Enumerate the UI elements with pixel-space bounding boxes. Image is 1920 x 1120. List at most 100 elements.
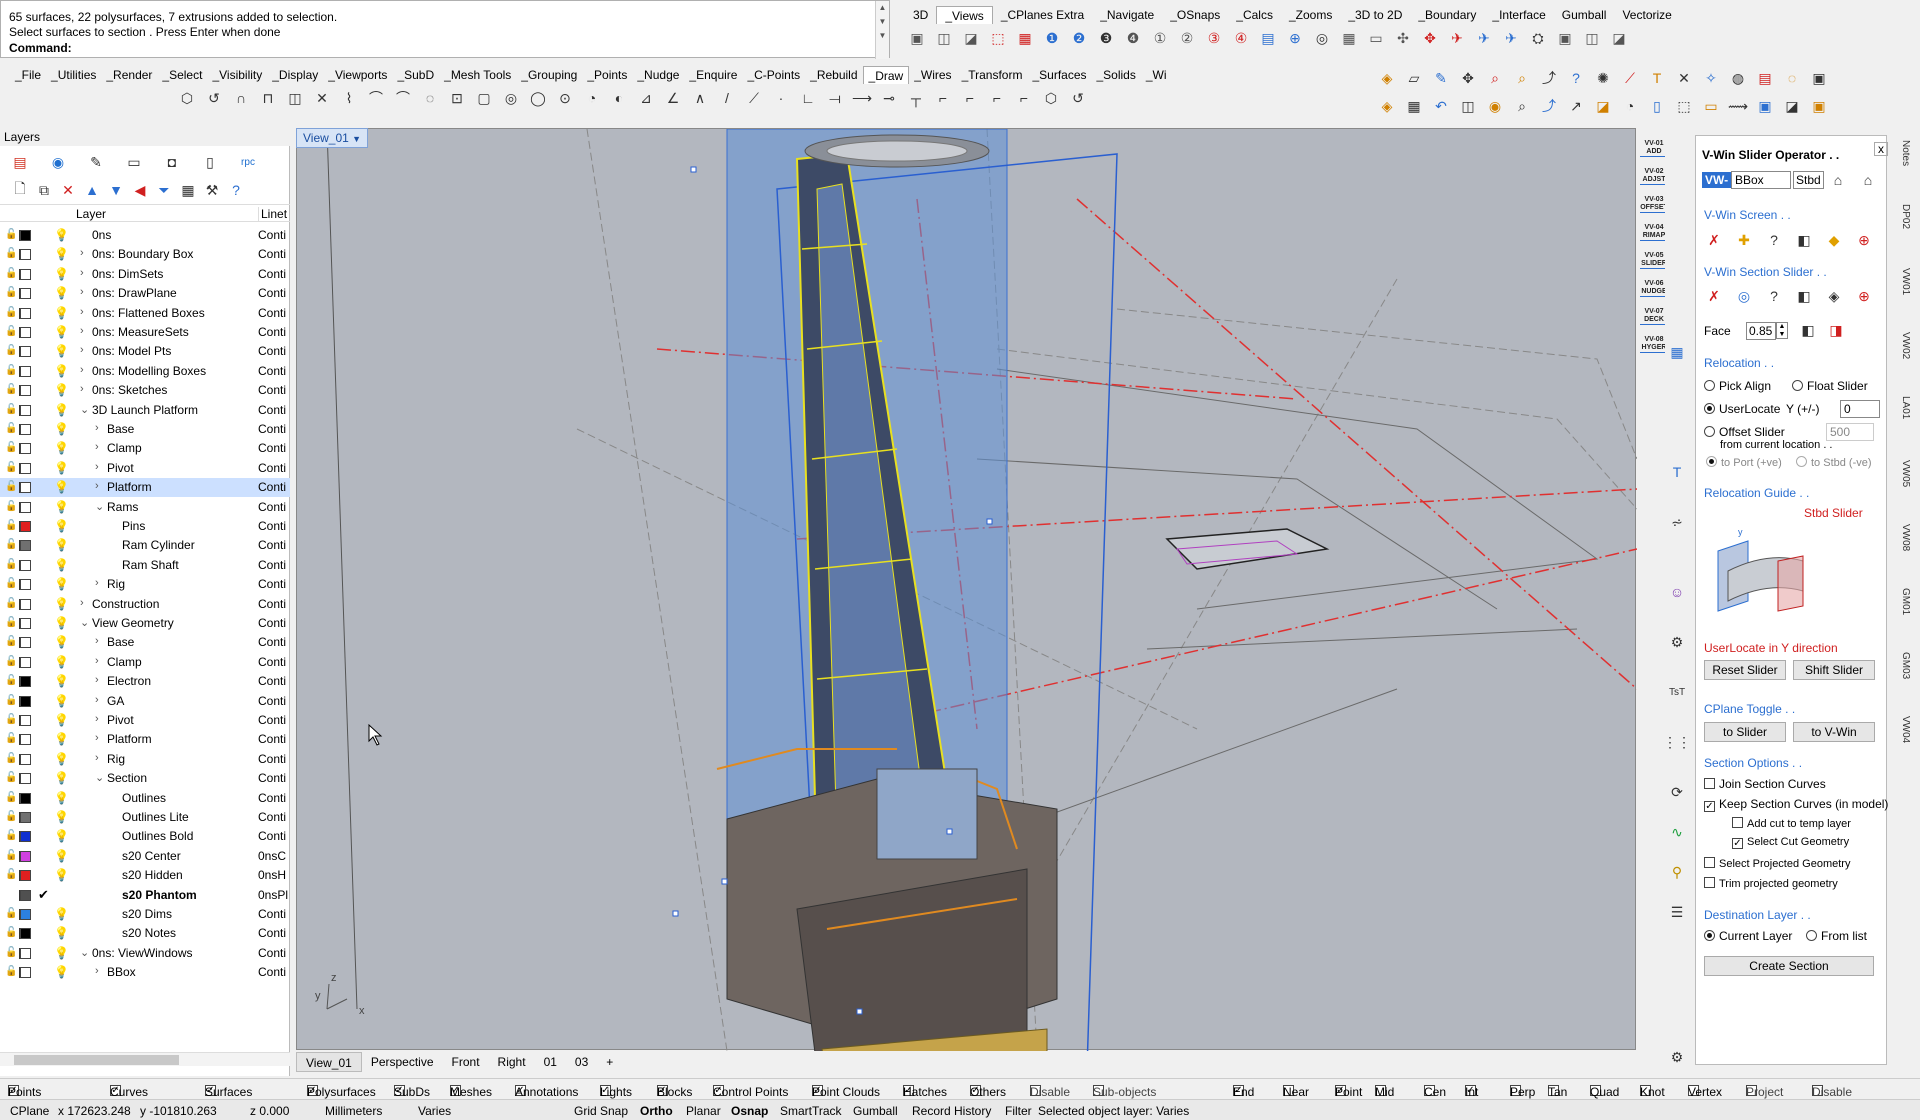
lightbulb-icon[interactable]: 💡	[54, 752, 69, 766]
chevron-right-icon[interactable]: ›	[80, 247, 84, 259]
main-tab-16[interactable]: _Wires	[909, 66, 956, 84]
lightbulb-icon[interactable]: 💡	[54, 597, 69, 611]
lock-icon[interactable]: 🔓	[5, 520, 17, 532]
chevron-right-icon[interactable]: ›	[95, 635, 99, 647]
lightbulb-icon[interactable]: 💡	[54, 674, 69, 688]
layer-row[interactable]: 🔓 💡 Ram Cylinder Conti	[0, 536, 290, 555]
lightbulb-icon[interactable]: 💡	[54, 946, 69, 960]
layers-icon[interactable]: ▤	[8, 150, 32, 174]
main-tab-12[interactable]: _Enquire	[684, 66, 742, 84]
screen-highlight-icon[interactable]: ◆	[1822, 228, 1846, 252]
select-projected-checkbox[interactable]: Select Projected Geometry	[1704, 857, 1850, 870]
layer-color-swatch[interactable]	[20, 579, 31, 591]
chevron-right-icon[interactable]: ›	[80, 306, 84, 318]
screen-select-icon[interactable]: ◧	[1792, 228, 1816, 252]
layer-row[interactable]: 🔓 💡 ⌄ 0ns: ViewWindows Conti	[0, 944, 290, 963]
side-tab-la01[interactable]: LA01	[1900, 396, 1911, 419]
offset-slider-radio[interactable]: Offset Slider	[1704, 425, 1785, 439]
layer-row[interactable]: 🔓 💡 › Clamp Conti	[0, 439, 290, 458]
vv-tool-7[interactable]: VV-07 DECK	[1640, 308, 1668, 325]
lightbulb-icon[interactable]: 💡	[54, 403, 69, 417]
main-tab-9[interactable]: _Grouping	[516, 66, 582, 84]
tool-icon[interactable]: ·	[769, 86, 793, 110]
tools-icon[interactable]: ⚒	[200, 178, 224, 202]
materials-icon[interactable]: ◉	[46, 150, 70, 174]
tool-icon[interactable]: ▢	[472, 86, 496, 110]
layer-color-swatch[interactable]	[20, 307, 31, 319]
lock-icon[interactable]: 🔓	[5, 772, 17, 784]
lock-icon[interactable]: 🔓	[5, 326, 17, 338]
tool-icon[interactable]: ⊓	[256, 86, 280, 110]
tool-icon[interactable]: ∠	[661, 86, 685, 110]
layer-color-swatch[interactable]	[20, 482, 31, 494]
layer-row[interactable]: 🔓 💡 Outlines Bold Conti	[0, 827, 290, 846]
lock-icon[interactable]: 🔓	[5, 675, 17, 687]
lock-icon[interactable]: 🔓	[5, 695, 17, 707]
layer-row[interactable]: 🔓 💡 › 0ns: Flattened Boxes Conti	[0, 304, 290, 323]
tool-icon[interactable]: ↺	[1066, 86, 1090, 110]
lock-icon[interactable]: 🔓	[5, 559, 17, 571]
tool-icon[interactable]: ⊿	[634, 86, 658, 110]
new-layer-icon[interactable]: 🗋	[8, 178, 32, 202]
top-tab-7[interactable]: _3D to 2D	[1340, 6, 1410, 24]
tool-icon[interactable]: ⟞	[823, 86, 847, 110]
layer-row[interactable]: 🔓 💡 s20 Center 0nsC	[0, 847, 290, 866]
layer-linetype[interactable]: Conti	[258, 558, 288, 572]
tool-icon[interactable]: ⬚	[1672, 94, 1696, 118]
side-tab-dp02[interactable]: DP02	[1900, 204, 1911, 229]
layer-linetype[interactable]: Conti	[258, 829, 288, 843]
move-up-icon[interactable]: ▲	[80, 178, 104, 202]
tool-icon[interactable]: ⟋	[1618, 66, 1642, 90]
document-icon[interactable]: ▯	[198, 150, 222, 174]
command-scrollbar[interactable]: ▲ ▼ ▼	[875, 1, 889, 59]
tool-icon[interactable]: ⬡	[175, 86, 199, 110]
tool-icon[interactable]: ◪	[1780, 94, 1804, 118]
lightbulb-icon[interactable]: 💡	[54, 771, 69, 785]
lock-icon[interactable]: 🔓	[5, 908, 17, 920]
lock-icon[interactable]: 🔓	[5, 753, 17, 765]
layer-linetype[interactable]: Conti	[258, 480, 288, 494]
lock-icon[interactable]: 🔓	[5, 384, 17, 396]
main-tab-17[interactable]: _Transform	[957, 66, 1028, 84]
layer-linetype[interactable]: Conti	[258, 519, 288, 533]
layer-linetype[interactable]: Conti	[258, 286, 288, 300]
lightbulb-icon[interactable]: 💡	[54, 713, 69, 727]
tool-icon[interactable]: ▯	[1645, 94, 1669, 118]
to-port-radio[interactable]: to Port (+ve)	[1706, 456, 1782, 469]
vv-tool-5[interactable]: VV-05 SLIDER	[1640, 252, 1668, 269]
main-tab-18[interactable]: _Surfaces	[1027, 66, 1091, 84]
layer-row[interactable]: 🔓 💡 › BBox Conti	[0, 963, 290, 982]
layer-row[interactable]: 🔓 💡 › Construction Conti	[0, 595, 290, 614]
y-offset-field[interactable]: 0	[1840, 400, 1880, 418]
lightbulb-icon[interactable]: 💡	[54, 228, 69, 242]
main-tab-15[interactable]: _Draw	[862, 66, 910, 84]
layer-color-swatch[interactable]	[20, 540, 31, 552]
tool-icon[interactable]: ⬡	[1039, 86, 1063, 110]
layer-color-swatch[interactable]	[20, 385, 31, 397]
layer-row[interactable]: 🔓 💡 › Pivot Conti	[0, 711, 290, 730]
main-tab-20[interactable]: _Wi	[1141, 66, 1172, 84]
main-tab-10[interactable]: _Points	[582, 66, 632, 84]
close-button[interactable]: x	[1874, 142, 1888, 156]
lightbulb-icon[interactable]: 💡	[54, 306, 69, 320]
to-slider-button[interactable]: to Slider	[1704, 722, 1786, 742]
layer-row[interactable]: 🔓 💡 › Rig Conti	[0, 575, 290, 594]
tool-icon[interactable]: ❹	[1121, 26, 1145, 50]
layer-linetype[interactable]: Conti	[258, 616, 288, 630]
chevron-right-icon[interactable]: ›	[95, 713, 99, 725]
tool-icon[interactable]: ⟿	[1726, 94, 1750, 118]
tool-icon[interactable]: ◌	[1780, 66, 1804, 90]
layer-color-swatch[interactable]	[20, 773, 31, 785]
tool-icon[interactable]: ↺	[202, 86, 226, 110]
tool-icon[interactable]: ⌕	[1510, 94, 1534, 118]
active-viewport-tab[interactable]: View_01 ▼	[296, 128, 369, 148]
tool-icon[interactable]: T	[1645, 66, 1669, 90]
lock-icon[interactable]: 🔓	[5, 423, 17, 435]
move-down-icon[interactable]: ▼	[104, 178, 128, 202]
lightbulb-icon[interactable]: 💡	[54, 810, 69, 824]
tool-icon[interactable]: ⊸	[877, 86, 901, 110]
layer-row[interactable]: 🔓 💡 ⌄ Rams Conti	[0, 498, 290, 517]
lightbulb-icon[interactable]: 💡	[54, 480, 69, 494]
top-tab-8[interactable]: _Boundary	[1410, 6, 1484, 24]
main-tab-13[interactable]: _C-Points	[742, 66, 805, 84]
